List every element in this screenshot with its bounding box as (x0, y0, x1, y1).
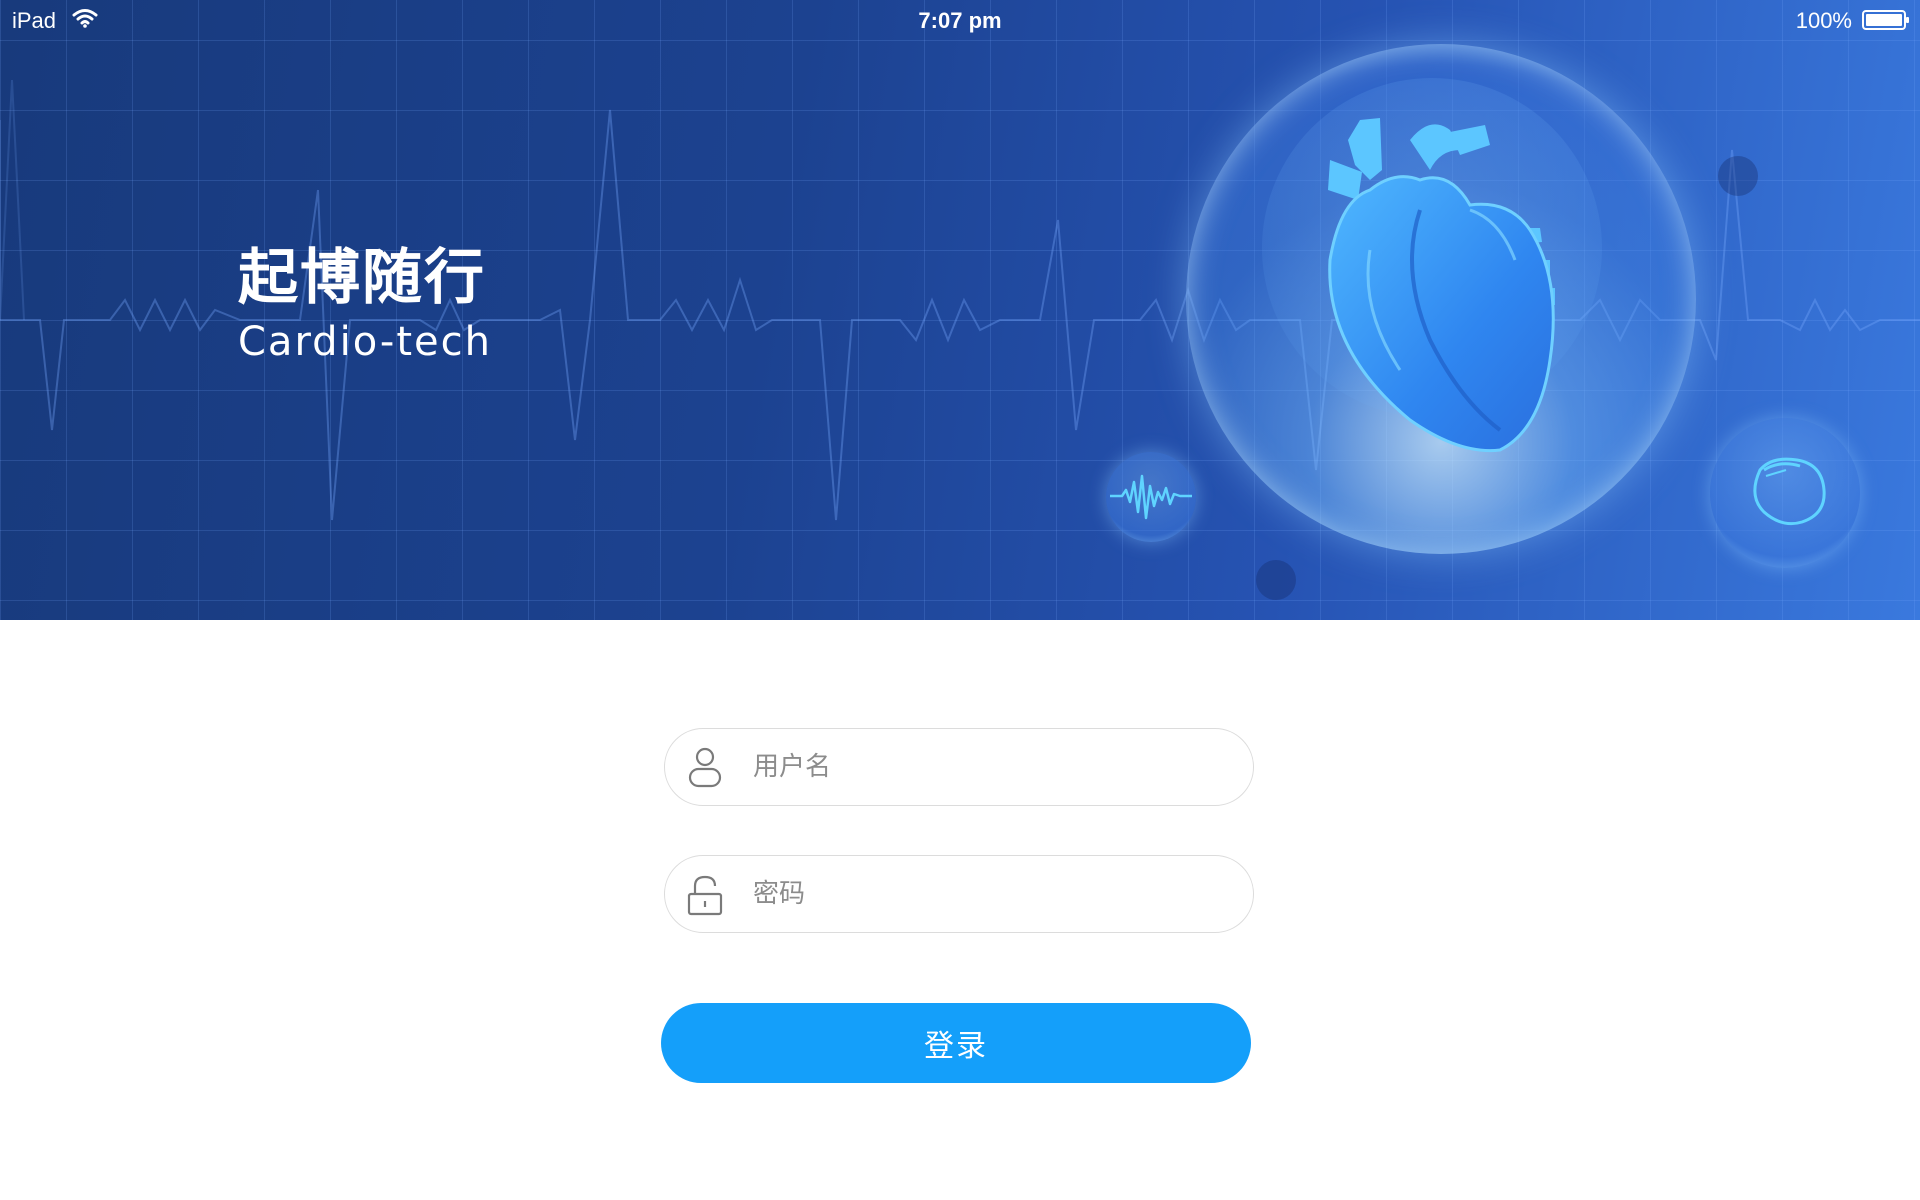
lock-icon (687, 875, 723, 916)
decorative-dot (1718, 156, 1758, 196)
username-field[interactable] (664, 728, 1254, 806)
status-time: 7:07 pm (918, 8, 1002, 33)
app-subtitle: Cardio-tech (238, 319, 492, 365)
decorative-dot (1256, 560, 1296, 600)
app-title: 起博随行 (238, 243, 486, 313)
password-field[interactable] (664, 855, 1254, 933)
password-input[interactable] (753, 856, 1233, 931)
login-screen: iPad 7:07 pm 100% 起博随行 Cardio-tech 用户名 登… (0, 0, 1920, 1200)
user-icon (688, 747, 722, 788)
login-button[interactable]: 登录 (661, 1003, 1251, 1083)
battery-percentage: 100% (1795, 8, 1852, 33)
hero-banner: iPad 7:07 pm 100% 起博随行 Cardio-tech (0, 0, 1920, 620)
heart-icon (1328, 118, 1555, 453)
username-input[interactable] (753, 729, 1233, 804)
ecg-wave-icon (1110, 474, 1192, 520)
status-bar: iPad 7:07 pm 100% (0, 0, 1920, 40)
pacemaker-icon (1753, 457, 1826, 526)
battery-full-icon (1862, 10, 1909, 30)
